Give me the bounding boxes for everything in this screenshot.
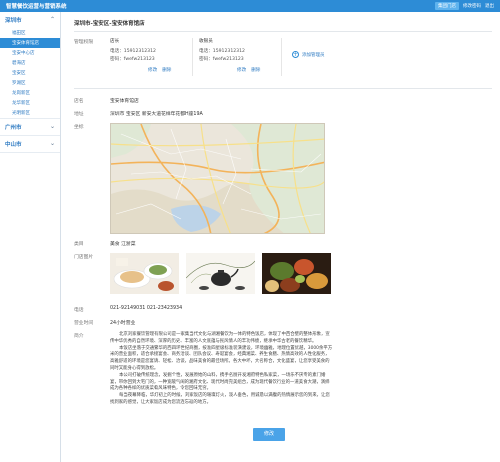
- sidebar-head-label: 中山市: [5, 142, 22, 148]
- sidebar-item-baoan[interactable]: 宝安区: [0, 68, 60, 78]
- chevron-down-icon: ⌄: [49, 123, 55, 130]
- location-label: 坐标: [74, 125, 84, 130]
- intro-paragraph: 本公司打破传统理念，发掘个性，发展原始的山料，携手名厨开发湘府特色私家菜，一场乐…: [110, 372, 330, 392]
- category-label: 类目: [74, 242, 84, 247]
- add-admin-label: 添加管理员: [302, 53, 325, 58]
- admin-card: 收银员 电话：15912312312 密码：fwefw213123 修改 删除: [199, 38, 282, 76]
- photos-row: 门店图片: [74, 253, 492, 298]
- divider: [74, 88, 492, 89]
- sidebar-head-label: 广州市: [5, 125, 22, 131]
- nav-change-password[interactable]: 修改密码: [463, 3, 481, 9]
- chevron-down-icon: ⌄: [49, 140, 55, 147]
- nav-stores[interactable]: 集团门店: [435, 2, 459, 10]
- main-content: 深圳市-宝安区-宝安体育馆店 管理权限 店长 电话：15912312312 密码…: [62, 12, 500, 462]
- edit-link[interactable]: 修改: [148, 68, 157, 73]
- app-title: 智慧餐饮运营与营销系统: [6, 4, 67, 10]
- intro-paragraph: 北京刘家餐饮管理有限公司是一家集当代文化与湖湘餐饮为一体的特色饭店，体现了中西合…: [110, 332, 330, 344]
- sidebar-head-label: 深圳市: [5, 18, 22, 24]
- store-hours: 24小时营业: [110, 321, 136, 326]
- add-admin-button[interactable]: + 添加管理员: [288, 38, 348, 76]
- store-name: 宝安体育馆店: [110, 99, 139, 104]
- name-row: 店名 宝安体育馆店: [74, 97, 492, 105]
- sidebar-head-zhongshan[interactable]: 中山市 ⌄: [0, 136, 60, 152]
- name-label: 店名: [74, 99, 84, 104]
- category-row: 类目 美食 江浙菜: [74, 240, 492, 248]
- store-photo[interactable]: [186, 253, 255, 294]
- location-map[interactable]: [110, 123, 325, 234]
- store-category: 美食 江浙菜: [110, 242, 136, 247]
- photo-gallery: [110, 253, 331, 294]
- store-address: 深圳市 宝安区 新安大道花样年花都H座19A: [110, 112, 203, 117]
- sidebar-item-store-zhongxin[interactable]: 宝安中心店: [0, 48, 60, 58]
- sidebar-head-shenzhen[interactable]: 深圳市 ⌃: [0, 12, 60, 28]
- admin-row: 管理权限 店长 电话：15912312312 密码：fwefw213123 修改…: [74, 38, 492, 78]
- hours-row: 营业时间 24小时营业: [74, 319, 492, 327]
- intro-paragraph: 每当夜幕降临，华灯初上的时候，刘家饭店的璀璨灯火，泼人垂色，用诚恳以满腹的热情展…: [110, 393, 330, 405]
- save-button[interactable]: 修改: [253, 428, 285, 441]
- sidebar-item-luohu[interactable]: 罗湖区: [0, 78, 60, 88]
- nav-logout[interactable]: 退出: [485, 3, 494, 9]
- sidebar-item-longgang[interactable]: 龙岗新区: [0, 88, 60, 98]
- sidebar-item-store-bihai[interactable]: 碧海店: [0, 58, 60, 68]
- delete-link[interactable]: 删除: [251, 68, 260, 73]
- intro-paragraph: 本饭店坐落于交通繁华的西四环世纪商圈，按准四星级标准装潢建设，环境幽雅，地理位置…: [110, 345, 333, 371]
- delete-link[interactable]: 删除: [162, 68, 171, 73]
- admin-label: 管理权限: [74, 40, 94, 45]
- admin-phone: 电话：15912312312: [199, 49, 245, 54]
- admin-password: 密码：fwefw213123: [199, 57, 244, 62]
- admin-actions: 修改 删除: [148, 67, 176, 73]
- food-photo-dishes: [110, 253, 179, 294]
- admin-phone: 电话：15912312312: [110, 49, 156, 54]
- teapot-photo: [186, 253, 255, 294]
- intro-label: 简介: [74, 334, 84, 339]
- address-row: 地址 深圳市 宝安区 新安大道花样年花都H座19A: [74, 110, 492, 118]
- top-nav: 集团门店 修改密码 退出: [435, 2, 494, 10]
- store-photo[interactable]: [262, 253, 331, 294]
- store-intro: 北京刘家餐饮管理有限公司是一家集当代文化与湖湘餐饮为一体的特色饭店，体现了中西合…: [110, 332, 333, 407]
- phone-label: 电话: [74, 308, 84, 313]
- phone-row: 电话 021-92149031 021-23423934: [74, 306, 492, 314]
- admin-role: 店长: [110, 39, 120, 44]
- sidebar-group-guangzhou: 广州市 ⌄: [0, 119, 60, 136]
- admin-actions: 修改 删除: [237, 67, 265, 73]
- store-phone: 021-92149031 021-23423934: [110, 306, 183, 311]
- location-row: 坐标: [74, 123, 492, 236]
- plus-icon: +: [292, 51, 299, 58]
- admin-list: 店长 电话：15912312312 密码：fwefw213123 修改 删除 收银…: [110, 38, 348, 76]
- sidebar-item-store-tiyuguan[interactable]: 宝安体育馆店: [0, 38, 60, 48]
- store-photo[interactable]: [110, 253, 179, 294]
- admin-role: 收银员: [199, 39, 213, 44]
- hours-label: 营业时间: [74, 321, 94, 326]
- edit-link[interactable]: 修改: [237, 68, 246, 73]
- top-bar: 智慧餐饮运营与营销系统 集团门店 修改密码 退出: [0, 0, 500, 12]
- address-label: 地址: [74, 112, 84, 117]
- admin-password: 密码：fwefw213123: [110, 57, 155, 62]
- sidebar-item-futian[interactable]: 福田区: [0, 28, 60, 38]
- sidebar-head-guangzhou[interactable]: 广州市 ⌄: [0, 119, 60, 135]
- breadcrumb: 深圳市-宝安区-宝安体育馆店: [74, 16, 492, 32]
- admin-card: 店长 电话：15912312312 密码：fwefw213123 修改 删除: [110, 38, 193, 76]
- sidebar-item-longhua[interactable]: 龙华新区: [0, 98, 60, 108]
- sidebar-group-shenzhen: 深圳市 ⌃ 福田区 宝安体育馆店 宝安中心店 碧海店 宝安区 罗湖区 龙岗新区 …: [0, 12, 60, 119]
- chevron-up-icon: ⌃: [49, 16, 55, 23]
- photos-label: 门店图片: [74, 255, 94, 260]
- map-image: [111, 124, 324, 233]
- vegetables-photo: [262, 253, 331, 294]
- sidebar: 深圳市 ⌃ 福田区 宝安体育馆店 宝安中心店 碧海店 宝安区 罗湖区 龙岗新区 …: [0, 12, 61, 462]
- sidebar-item-guangming[interactable]: 光明新区: [0, 108, 60, 118]
- intro-row: 简介 北京刘家餐饮管理有限公司是一家集当代文化与湖湘餐饮为一体的特色饭店，体现了…: [74, 332, 492, 412]
- sidebar-group-zhongshan: 中山市 ⌄: [0, 136, 60, 153]
